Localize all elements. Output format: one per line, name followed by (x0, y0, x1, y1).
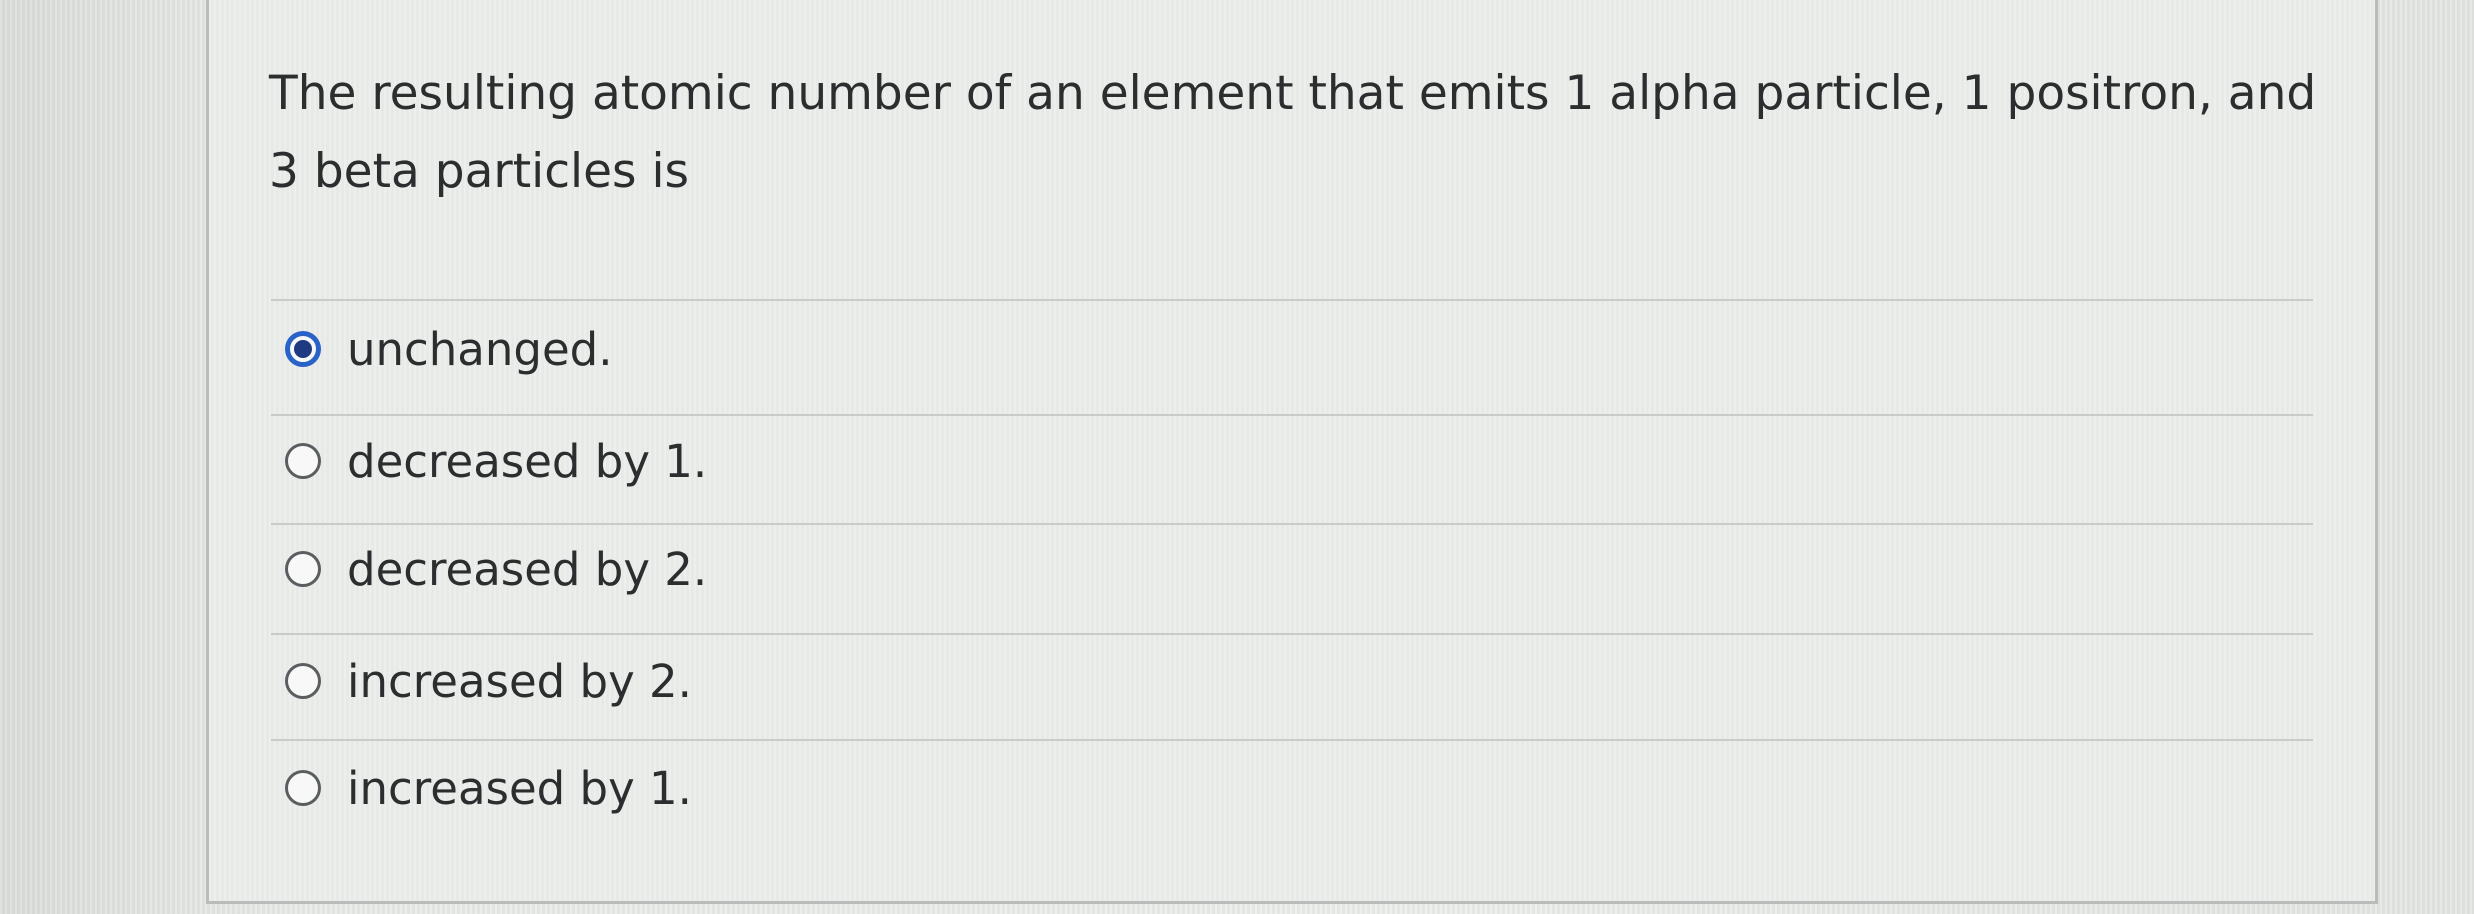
answer-option-4[interactable]: increased by 2. (285, 649, 692, 713)
answer-option-label: increased by 1. (347, 761, 692, 815)
answer-option-label: unchanged. (347, 322, 613, 376)
answer-option-3[interactable]: decreased by 2. (285, 537, 707, 601)
radio-selected-icon[interactable] (285, 331, 321, 367)
radio-unselected-icon[interactable] (285, 770, 321, 806)
answer-option-1[interactable]: unchanged. (285, 317, 613, 381)
answer-option-label: increased by 2. (347, 654, 692, 708)
option-divider (271, 739, 2313, 741)
option-divider (271, 414, 2313, 416)
question-text: The resulting atomic number of an elemen… (269, 66, 2317, 199)
radio-unselected-icon[interactable] (285, 443, 321, 479)
option-divider (271, 633, 2313, 635)
answer-option-2[interactable]: decreased by 1. (285, 429, 707, 493)
option-divider (271, 523, 2313, 525)
answer-option-label: decreased by 1. (347, 434, 708, 488)
answer-option-5[interactable]: increased by 1. (285, 756, 692, 820)
question-card: The resulting atomic number of an elemen… (206, 0, 2378, 904)
radio-unselected-icon[interactable] (285, 663, 321, 699)
radio-unselected-icon[interactable] (285, 551, 321, 587)
question-divider (271, 299, 2313, 301)
answer-option-label: decreased by 2. (347, 542, 708, 596)
